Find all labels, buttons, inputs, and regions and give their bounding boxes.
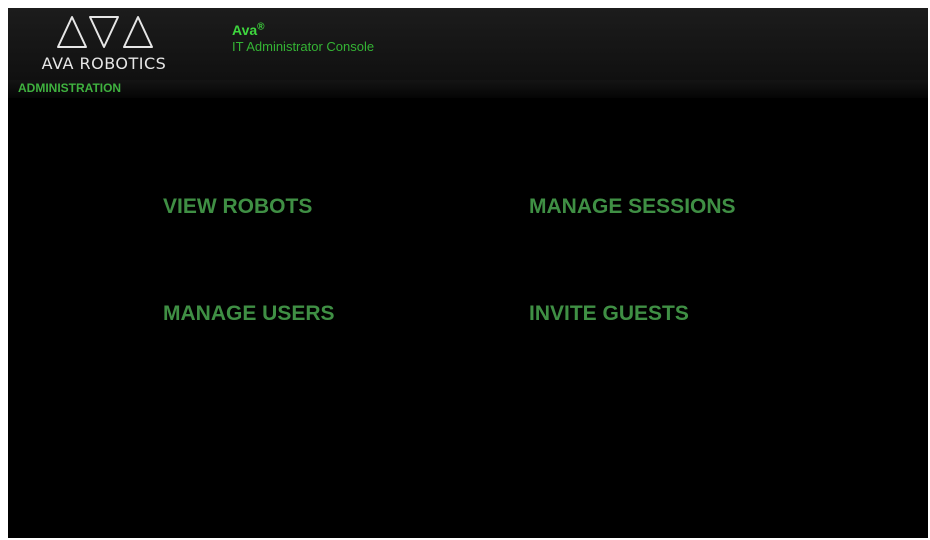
product-heading: Ava® IT Administrator Console	[232, 22, 374, 55]
product-name-text: Ava	[232, 22, 258, 38]
ava-robotics-triangles-logo-icon	[57, 16, 153, 48]
invite-guests-link[interactable]: INVITE GUESTS	[529, 302, 689, 326]
product-subtitle: IT Administrator Console	[232, 39, 375, 54]
product-name: Ava®	[232, 22, 374, 38]
app-screen: AVA ROBOTICS Ava® IT Administrator Conso…	[8, 8, 928, 538]
logo-text: AVA ROBOTICS	[41, 54, 167, 73]
header: AVA ROBOTICS Ava® IT Administrator Conso…	[8, 8, 928, 81]
manage-users-link[interactable]: MANAGE USERS	[163, 302, 335, 326]
section-bar: ADMINISTRATION	[8, 80, 928, 98]
section-title: ADMINISTRATION	[18, 81, 122, 95]
registered-mark: ®	[257, 21, 265, 33]
view-robots-link[interactable]: VIEW ROBOTS	[163, 195, 312, 219]
ava-robotics-logo: AVA ROBOTICS	[24, 12, 184, 76]
manage-sessions-link[interactable]: MANAGE SESSIONS	[529, 195, 736, 219]
